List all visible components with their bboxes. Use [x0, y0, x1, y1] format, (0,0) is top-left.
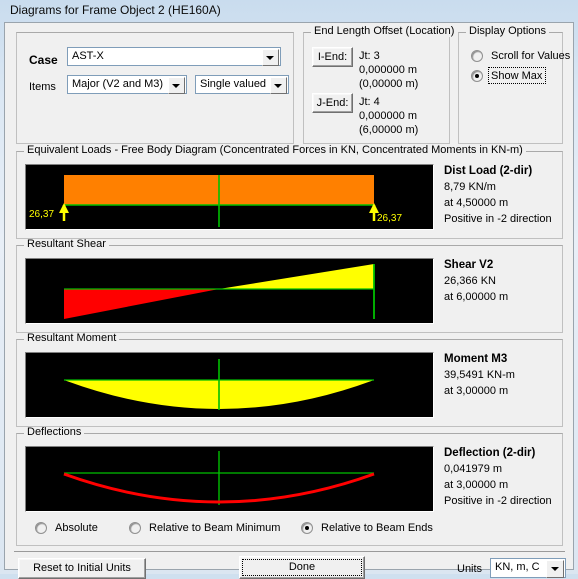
resultant-moment-info-at: at 3,00000 m — [444, 385, 509, 397]
equivalent-loads-info-value: 8,79 KN/m — [444, 181, 496, 193]
radio-scroll-for-values[interactable] — [471, 50, 483, 62]
reset-to-initial-units-label: Reset to Initial Units — [33, 562, 131, 574]
equivalent-loads-info-at: at 4,50000 m — [444, 197, 509, 209]
valued-combo-value: Single valued — [200, 78, 267, 90]
resultant-shear-plot[interactable] — [25, 258, 434, 324]
items-combo-value: Major (V2 and M3) — [72, 78, 164, 90]
resultant-shear-group: Resultant Shear Shear V2 26,366 KN at 6,… — [16, 239, 563, 333]
footer-divider — [14, 551, 565, 552]
done-button[interactable]: Done — [239, 556, 365, 579]
units-combo-dropdown-button[interactable] — [546, 560, 564, 578]
radio-scroll-for-values-label: Scroll for Values — [491, 50, 571, 62]
deflections-info-title: Deflection (2-dir) — [444, 447, 536, 459]
radio-absolute-label: Absolute — [55, 522, 98, 534]
units-label: Units — [457, 563, 483, 575]
display-options-legend: Display Options — [466, 26, 550, 37]
equivalent-loads-svg — [59, 175, 379, 227]
radio-relative-beam-minimum-label: Relative to Beam Minimum — [149, 522, 281, 534]
case-combo-dropdown-button[interactable] — [262, 49, 279, 66]
case-combo[interactable]: AST-X — [67, 47, 281, 66]
chevron-down-icon — [172, 84, 180, 88]
deflections-info-at: at 3,00000 m — [444, 479, 509, 491]
window-titlebar: Diagrams for Frame Object 2 (HE160A) — [0, 0, 578, 22]
equivalent-loads-legend: Equivalent Loads - Free Body Diagram (Co… — [24, 145, 526, 156]
items-combo[interactable]: Major (V2 and M3) — [67, 75, 187, 94]
j-end-button[interactable]: J-End: — [312, 93, 353, 113]
display-options-group: Display Options Scroll for Values Show M… — [458, 26, 570, 144]
done-button-label: Done — [288, 561, 316, 573]
deflections-legend: Deflections — [24, 427, 85, 438]
radio-relative-beam-ends-label: Relative to Beam Ends — [321, 522, 433, 534]
equivalent-loads-group: Equivalent Loads - Free Body Diagram (Co… — [16, 145, 563, 239]
items-label: Items — [29, 81, 56, 93]
radio-absolute[interactable] — [35, 522, 47, 534]
equivalent-loads-info-note: Positive in -2 direction — [444, 213, 552, 225]
valued-combo[interactable]: Single valued — [195, 75, 289, 94]
deflections-svg — [63, 451, 375, 505]
shear-negative-area — [64, 289, 219, 319]
i-end-joint: Jt: 3 — [359, 50, 380, 62]
units-combo[interactable]: KN, m, C — [490, 558, 566, 578]
radio-selected-dot — [305, 526, 309, 530]
i-end-location: (0,00000 m) — [359, 78, 419, 90]
resultant-moment-legend: Resultant Moment — [24, 333, 120, 344]
equivalent-loads-info-title: Dist Load (2-dir) — [444, 165, 533, 177]
case-label: Case — [29, 53, 58, 67]
radio-relative-beam-minimum[interactable] — [129, 522, 141, 534]
radio-relative-beam-ends[interactable] — [301, 522, 313, 534]
window-title: Diagrams for Frame Object 2 (HE160A) — [10, 3, 221, 17]
radio-selected-dot — [475, 74, 479, 78]
reset-to-initial-units-button[interactable]: Reset to Initial Units — [18, 558, 146, 579]
left-reaction-value: 26,37 — [29, 209, 55, 220]
resultant-moment-info-value: 39,5491 KN-m — [444, 369, 515, 381]
resultant-moment-svg — [64, 359, 374, 410]
deflections-plot[interactable] — [25, 446, 434, 512]
resultant-shear-legend: Resultant Shear — [24, 239, 109, 250]
j-end-offset: 0,000000 m — [359, 110, 418, 122]
equivalent-loads-plot[interactable]: 26,37 26,37 — [25, 164, 434, 230]
resultant-moment-info-title: Moment M3 — [444, 353, 508, 365]
radio-show-max[interactable] — [471, 70, 483, 82]
chevron-down-icon — [274, 84, 282, 88]
resultant-shear-info-title: Shear V2 — [444, 259, 494, 271]
resultant-shear-svg — [64, 264, 375, 319]
case-combo-value: AST-X — [72, 50, 104, 62]
right-reaction-value: 26,37 — [377, 213, 403, 224]
resultant-shear-info-at: at 6,00000 m — [444, 291, 509, 303]
diagrams-dialog: Case AST-X Items Major (V2 and M3) Singl… — [4, 22, 574, 579]
deflections-group: Deflections Deflection (2-dir) 0,041979 … — [16, 427, 563, 546]
deflections-info-value: 0,041979 m — [444, 463, 503, 475]
resultant-moment-plot[interactable] — [25, 352, 434, 418]
i-end-button-label: I-End: — [317, 51, 348, 63]
end-length-offset-legend: End Length Offset (Location) — [311, 26, 458, 37]
chevron-down-icon — [266, 56, 274, 60]
units-combo-value: KN, m, C — [495, 561, 540, 573]
end-length-offset-group: End Length Offset (Location) I-End: Jt: … — [303, 26, 458, 144]
valued-combo-dropdown-button[interactable] — [270, 77, 287, 94]
resultant-moment-group: Resultant Moment Moment M3 39,5491 KN-m … — [16, 333, 563, 427]
dialog-client-area: Case AST-X Items Major (V2 and M3) Singl… — [6, 24, 572, 579]
j-end-location: (6,00000 m) — [359, 124, 419, 136]
case-items-group: Case AST-X Items Major (V2 and M3) Singl… — [16, 32, 294, 144]
deflections-info-note: Positive in -2 direction — [444, 495, 552, 507]
chevron-down-icon — [551, 567, 559, 571]
j-end-button-label: J-End: — [316, 97, 349, 109]
i-end-offset: 0,000000 m — [359, 64, 418, 76]
i-end-button[interactable]: I-End: — [312, 47, 353, 67]
radio-show-max-label: Show Max — [491, 70, 543, 82]
items-combo-dropdown-button[interactable] — [168, 77, 185, 94]
shear-positive-area — [219, 264, 374, 289]
resultant-shear-info-value: 26,366 KN — [444, 275, 496, 287]
j-end-joint: Jt: 4 — [359, 96, 380, 108]
